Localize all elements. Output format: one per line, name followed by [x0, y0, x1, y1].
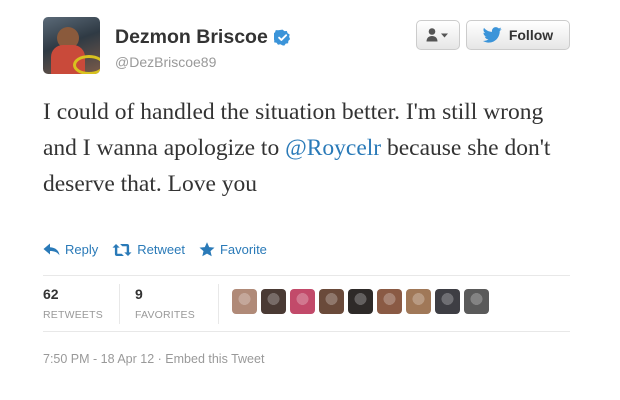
tweet-actions: Reply Retweet Favorite: [43, 242, 281, 257]
stats-top-divider: [43, 275, 570, 276]
stats-bottom-divider: [43, 331, 570, 332]
display-name[interactable]: Dezmon Briscoe: [115, 26, 291, 49]
retweets-count: 62: [43, 286, 59, 302]
reply-label: Reply: [65, 242, 99, 257]
star-icon: [199, 242, 215, 257]
retweet-label: Retweet: [137, 242, 185, 257]
tweet-metadata: 7:50 PM - 18 Apr 12 · Embed this Tweet: [43, 352, 264, 366]
reply-icon: [43, 243, 60, 256]
username[interactable]: @DezBriscoe89: [115, 54, 216, 70]
stats-divider: [218, 284, 219, 324]
favorites-stat[interactable]: 9 FAVORITES: [135, 286, 195, 321]
embed-tweet-link[interactable]: Embed this Tweet: [165, 352, 264, 366]
retweets-label: RETWEETS: [43, 309, 103, 321]
user-actions-dropdown-button[interactable]: [416, 20, 460, 50]
avatar[interactable]: [43, 17, 100, 74]
favorites-count: 9: [135, 286, 143, 302]
favoriter-avatar[interactable]: [406, 289, 431, 314]
user-dropdown-icon: [426, 28, 448, 42]
retweet-icon: [112, 243, 132, 256]
tweet-text: I could of handled the situation better.…: [43, 94, 583, 202]
retweet-button[interactable]: Retweet: [112, 242, 185, 257]
favorite-button[interactable]: Favorite: [199, 242, 267, 257]
favoriter-avatars: [232, 289, 493, 314]
favoriter-avatar[interactable]: [319, 289, 344, 314]
favoriter-avatar[interactable]: [435, 289, 460, 314]
favoriter-avatar[interactable]: [348, 289, 373, 314]
display-name-text: Dezmon Briscoe: [115, 26, 268, 48]
favorites-label: FAVORITES: [135, 309, 195, 321]
meta-separator: ·: [154, 352, 166, 366]
twitter-bird-icon: [482, 27, 502, 43]
verified-badge-icon: [273, 29, 290, 46]
avatar-toy-ring: [73, 55, 100, 74]
favoriter-avatar[interactable]: [290, 289, 315, 314]
mention-link[interactable]: @Roycelr: [285, 135, 381, 161]
favorite-label: Favorite: [219, 242, 267, 257]
follow-button[interactable]: Follow: [466, 20, 570, 50]
favoriter-avatar[interactable]: [464, 289, 489, 314]
reply-button[interactable]: Reply: [43, 242, 98, 257]
stats-divider: [119, 284, 120, 324]
favoriter-avatar[interactable]: [232, 289, 257, 314]
favoriter-avatar[interactable]: [377, 289, 402, 314]
timestamp[interactable]: 7:50 PM - 18 Apr 12: [43, 352, 154, 366]
retweets-stat[interactable]: 62 RETWEETS: [43, 286, 103, 321]
follow-label: Follow: [508, 27, 554, 43]
favoriter-avatar[interactable]: [261, 289, 286, 314]
